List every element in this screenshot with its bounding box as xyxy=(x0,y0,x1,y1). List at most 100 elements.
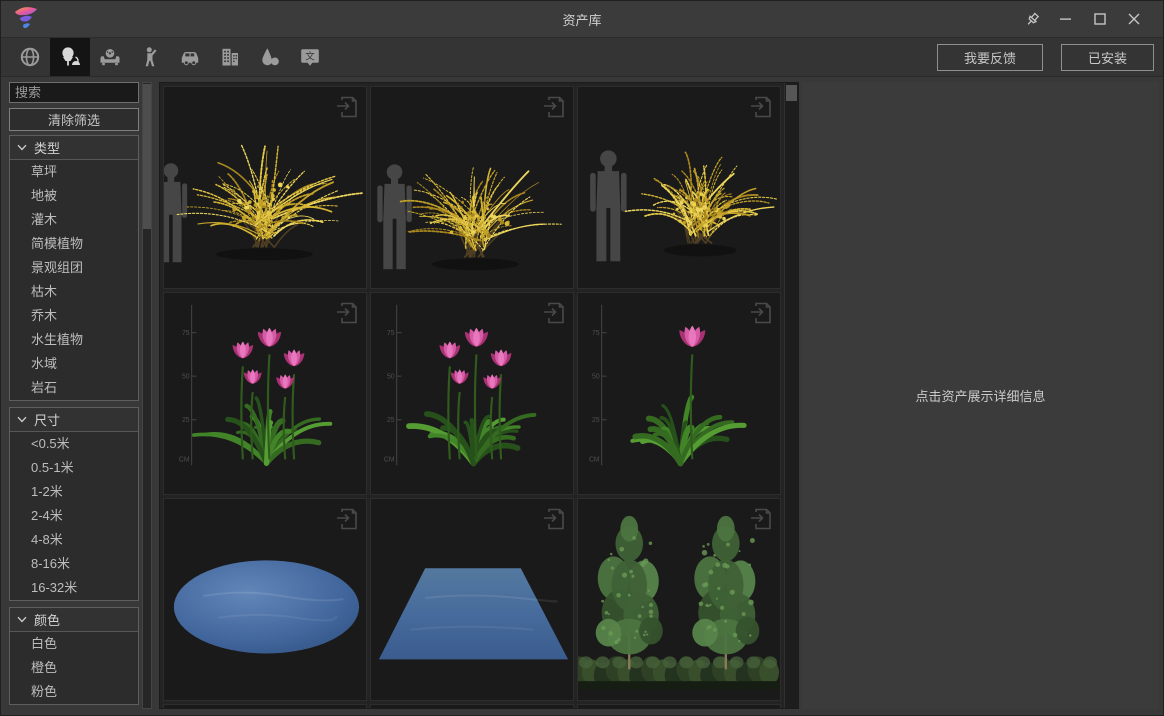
asset-tile[interactable] xyxy=(370,498,574,701)
filter-item[interactable]: 草坪 xyxy=(10,160,138,184)
filter-item[interactable]: 1-2米 xyxy=(10,480,138,504)
asset-library-window: 资产库 文 我要反馈 已安装 清除筛选 类型草坪地被灌木简模植物景观组团枯木乔木… xyxy=(0,0,1164,716)
minimize-button[interactable] xyxy=(1049,5,1083,33)
filter-item[interactable]: 地被 xyxy=(10,184,138,208)
close-button[interactable] xyxy=(1117,5,1151,33)
sidebar-scrollbar[interactable] xyxy=(142,82,152,709)
import-icon[interactable] xyxy=(542,300,566,331)
import-icon[interactable] xyxy=(749,506,773,537)
import-icon[interactable] xyxy=(542,506,566,537)
tab-category-vehicles[interactable] xyxy=(170,38,210,76)
grid-scrollbar-thumb[interactable] xyxy=(786,85,797,101)
sidebar-scrollbar-thumb[interactable] xyxy=(143,84,151,229)
svg-text:25: 25 xyxy=(592,417,600,424)
svg-text:25: 25 xyxy=(182,417,190,424)
svg-text:25: 25 xyxy=(387,417,395,424)
import-icon[interactable] xyxy=(542,94,566,125)
content-area: 清除筛选 类型草坪地被灌木简模植物景观组团枯木乔木水生植物水域岩石尺寸 <0.5米… xyxy=(1,77,1163,715)
svg-text:75: 75 xyxy=(182,330,190,337)
pin-icon[interactable] xyxy=(1015,5,1049,33)
filter-item[interactable]: 水域 xyxy=(10,352,138,376)
svg-text:CM: CM xyxy=(179,456,190,463)
decals-icon: 文 xyxy=(298,45,322,69)
filter-item[interactable]: 8-16米 xyxy=(10,552,138,576)
app-logo-icon xyxy=(10,4,42,34)
filter-section-header[interactable]: 类型 xyxy=(10,136,138,160)
svg-text:75: 75 xyxy=(592,330,600,337)
category-toolbar: 文 我要反馈 已安装 xyxy=(1,37,1163,77)
search-input[interactable] xyxy=(9,82,139,103)
tab-category-materials[interactable] xyxy=(250,38,290,76)
asset-tile[interactable] xyxy=(577,86,781,289)
import-icon[interactable] xyxy=(335,300,359,331)
detail-hint: 点击资产展示详细信息 xyxy=(915,386,1045,405)
svg-text:CM: CM xyxy=(384,456,395,463)
window-title: 资产库 xyxy=(562,10,601,29)
filter-item[interactable]: 乔木 xyxy=(10,304,138,328)
title-bar: 资产库 xyxy=(1,1,1163,37)
maximize-button[interactable] xyxy=(1083,5,1117,33)
filter-items: 白色橙色粉色 xyxy=(10,632,138,704)
category-tabs: 文 xyxy=(10,38,330,76)
filter-item[interactable]: 岩石 xyxy=(10,376,138,400)
chevron-down-icon xyxy=(17,144,27,151)
filter-item[interactable]: <0.5米 xyxy=(10,432,138,456)
tab-category-vegetation[interactable] xyxy=(50,38,90,76)
filter-item[interactable]: 2-4米 xyxy=(10,504,138,528)
filter-item[interactable]: 橙色 xyxy=(10,656,138,680)
asset-tile[interactable] xyxy=(163,86,367,289)
filter-section-label: 类型 xyxy=(34,138,60,157)
tab-category-buildings[interactable] xyxy=(210,38,250,76)
asset-tile[interactable] xyxy=(370,86,574,289)
filter-item[interactable]: 16-32米 xyxy=(10,576,138,600)
filter-item[interactable]: 0.5-1米 xyxy=(10,456,138,480)
filter-section-header[interactable]: 颜色 xyxy=(10,608,138,632)
filter-sidebar: 清除筛选 类型草坪地被灌木简模植物景观组团枯木乔木水生植物水域岩石尺寸 <0.5米… xyxy=(9,82,139,709)
filter-item[interactable]: 枯木 xyxy=(10,280,138,304)
filter-item[interactable]: 简模植物 xyxy=(10,232,138,256)
asset-tile[interactable] xyxy=(577,704,781,708)
filter-item[interactable]: 白色 xyxy=(10,632,138,656)
filter-item[interactable]: 灌木 xyxy=(10,208,138,232)
asset-grid-panel: 755025CM755025CM755025CM xyxy=(159,82,799,709)
asset-tile[interactable] xyxy=(370,704,574,708)
grid-scrollbar[interactable] xyxy=(784,83,798,708)
svg-text:50: 50 xyxy=(182,374,190,381)
asset-tile[interactable] xyxy=(163,498,367,701)
asset-tile[interactable]: 755025CM xyxy=(370,292,574,495)
asset-tile[interactable]: 75 50 25 CM xyxy=(163,292,367,495)
tab-category-people[interactable] xyxy=(130,38,170,76)
asset-grid: 755025CM755025CM755025CM xyxy=(160,83,784,708)
buildings-icon xyxy=(218,45,242,69)
tab-category-furniture[interactable] xyxy=(90,38,130,76)
asset-tile[interactable] xyxy=(577,498,781,701)
import-icon[interactable] xyxy=(749,300,773,331)
svg-text:文: 文 xyxy=(305,51,315,63)
import-icon[interactable] xyxy=(335,94,359,125)
svg-text:CM: CM xyxy=(589,456,600,463)
filter-item[interactable]: 4-8米 xyxy=(10,528,138,552)
import-icon[interactable] xyxy=(335,506,359,537)
filter-section-label: 尺寸 xyxy=(34,410,60,429)
import-icon[interactable] xyxy=(749,94,773,125)
asset-tile[interactable]: 75 50 25 CM xyxy=(577,292,781,495)
svg-text:50: 50 xyxy=(592,374,600,381)
materials-icon xyxy=(258,45,282,69)
filter-section-2: 尺寸 <0.5米0.5-1米1-2米2-4米4-8米8-16米16-32米 xyxy=(9,407,139,601)
vegetation-icon xyxy=(58,45,82,69)
filter-section-header[interactable]: 尺寸 xyxy=(10,408,138,432)
filter-item[interactable]: 水生植物 xyxy=(10,328,138,352)
filter-items: <0.5米0.5-1米1-2米2-4米4-8米8-16米16-32米 xyxy=(10,432,138,600)
tab-category-decals[interactable]: 文 xyxy=(290,38,330,76)
tab-category-globe[interactable] xyxy=(10,38,50,76)
svg-text:50: 50 xyxy=(387,374,395,381)
asset-tile[interactable] xyxy=(163,704,367,708)
installed-button[interactable]: 已安装 xyxy=(1061,44,1154,71)
window-controls xyxy=(1015,5,1163,33)
globe-icon xyxy=(18,45,42,69)
clear-filter-button[interactable]: 清除筛选 xyxy=(9,108,139,131)
feedback-button[interactable]: 我要反馈 xyxy=(937,44,1043,71)
filter-item[interactable]: 粉色 xyxy=(10,680,138,704)
filter-section-1: 类型草坪地被灌木简模植物景观组团枯木乔木水生植物水域岩石 xyxy=(9,135,139,401)
filter-item[interactable]: 景观组团 xyxy=(10,256,138,280)
